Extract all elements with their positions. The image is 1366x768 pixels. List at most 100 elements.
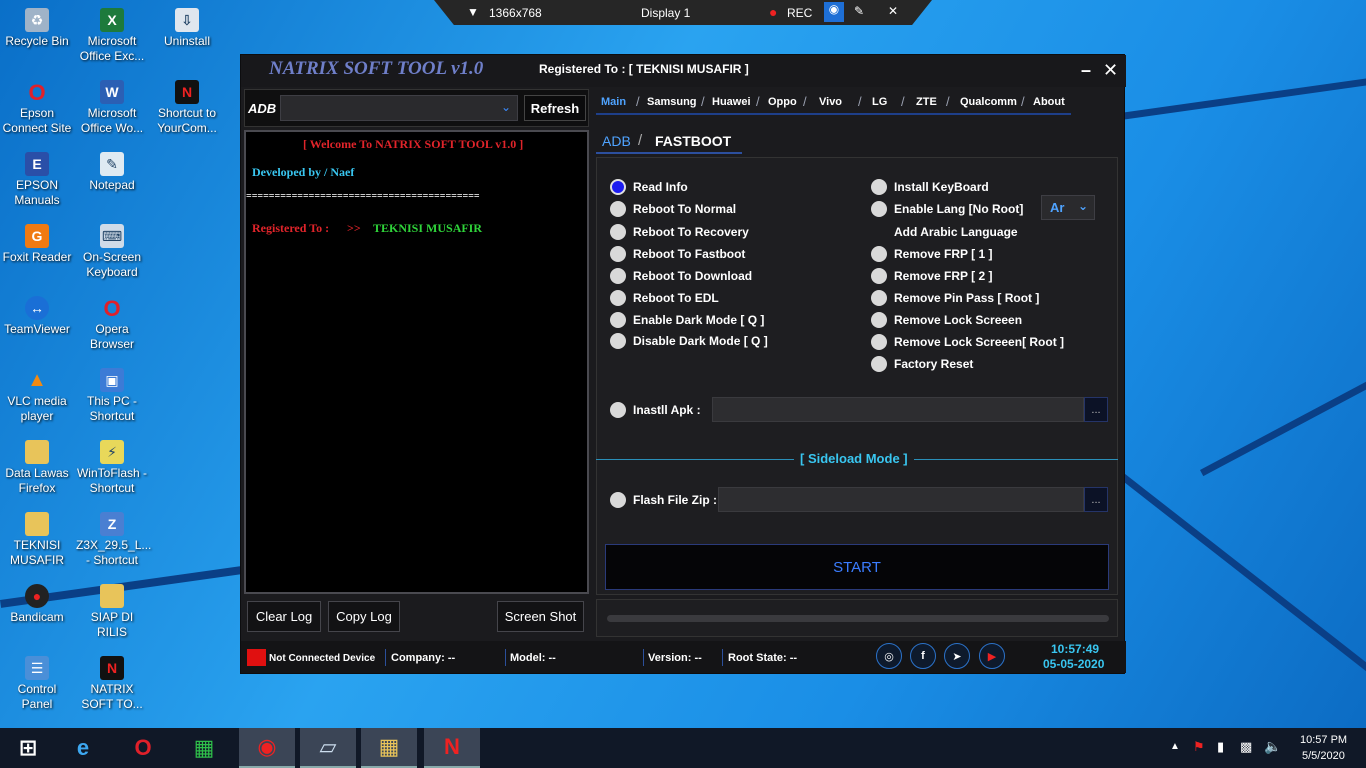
refresh-button[interactable]: Refresh: [524, 95, 586, 121]
tab-huawei[interactable]: Huawei: [712, 96, 751, 108]
desktop-icon[interactable]: O Epson Connect Site: [1, 80, 73, 136]
radio-reboot-normal[interactable]: [610, 201, 626, 217]
radio-flash-zip[interactable]: [610, 492, 626, 508]
subtab-adb[interactable]: ADB: [602, 133, 631, 149]
desktop-icon[interactable]: ▲ VLC media player: [1, 368, 73, 424]
desktop-icon[interactable]: SIAP DI RILIS: [76, 584, 148, 640]
tray-date[interactable]: 5/5/2020: [1302, 750, 1345, 762]
camera-icon[interactable]: ◉: [824, 2, 844, 22]
desktop-icon[interactable]: W Microsoft Office Wo...: [76, 80, 148, 136]
option-factory-reset[interactable]: Factory Reset: [894, 357, 973, 371]
option-reboot-recovery[interactable]: Reboot To Recovery: [633, 225, 749, 239]
tab-main[interactable]: Main: [601, 96, 626, 108]
desktop-icon[interactable]: ⇩ Uninstall: [151, 8, 223, 49]
radio-read-info[interactable]: [610, 179, 626, 195]
tab-vivo[interactable]: Vivo: [819, 96, 842, 108]
close-button[interactable]: ✕: [1103, 60, 1118, 81]
desktop-icon[interactable]: N NATRIX SOFT TO...: [76, 656, 148, 712]
taskbar-bandicam[interactable]: ◉: [239, 728, 295, 768]
desktop-icon[interactable]: N Shortcut to YourCom...: [151, 80, 223, 136]
tab-about[interactable]: About: [1033, 96, 1065, 108]
taskbar-opera[interactable]: O: [115, 728, 171, 768]
desktop-icon[interactable]: Data Lawas Firefox: [1, 440, 73, 496]
option-reboot-download[interactable]: Reboot To Download: [633, 269, 752, 283]
option-remove-frp-1[interactable]: Remove FRP [ 1 ]: [894, 247, 992, 261]
facebook-icon[interactable]: f: [910, 643, 936, 669]
option-read-info[interactable]: Read Info: [633, 180, 688, 194]
desktop-icon[interactable]: ● Bandicam: [1, 584, 73, 625]
network-icon[interactable]: ▮: [1217, 739, 1224, 755]
desktop-icon[interactable]: G Foxit Reader: [1, 224, 73, 265]
clear-log-button[interactable]: Clear Log: [247, 601, 321, 632]
tray-arrow-icon[interactable]: ▲: [1170, 741, 1180, 752]
minimize-button[interactable]: –: [1081, 60, 1091, 81]
radio-install-apk[interactable]: [610, 402, 626, 418]
subtab-fastboot[interactable]: FASTBOOT: [655, 133, 731, 149]
flag-icon[interactable]: ⚑: [1193, 739, 1205, 755]
apk-path-input[interactable]: [712, 397, 1084, 422]
desktop-icon[interactable]: ✎ Notepad: [76, 152, 148, 193]
taskbar-ie[interactable]: e: [55, 728, 111, 768]
option-enable-dark[interactable]: Enable Dark Mode [ Q ]: [633, 313, 764, 327]
desktop-icon[interactable]: ♻ Recycle Bin: [1, 8, 73, 49]
desktop-icon[interactable]: ⌨ On-Screen Keyboard: [76, 224, 148, 280]
language-select[interactable]: Ar ⌄: [1041, 195, 1095, 220]
tab-lg[interactable]: LG: [872, 96, 887, 108]
radio-remove-lock-root[interactable]: [871, 334, 887, 350]
zip-path-input[interactable]: [718, 487, 1084, 512]
close-icon[interactable]: ✕: [888, 4, 898, 18]
desktop-icon[interactable]: O Opera Browser: [76, 296, 148, 352]
desktop-icon[interactable]: ↔ TeamViewer: [1, 296, 73, 337]
option-enable-lang[interactable]: Enable Lang [No Root]: [894, 202, 1023, 216]
option-add-arabic[interactable]: Add Arabic Language: [894, 225, 1018, 239]
desktop-icon[interactable]: Z Z3X_29.5_L... - Shortcut: [76, 512, 151, 568]
tab-samsung[interactable]: Samsung: [647, 96, 697, 108]
tab-qualcomm[interactable]: Qualcomm: [960, 96, 1017, 108]
pen-icon[interactable]: ✎: [854, 4, 864, 18]
dribbble-icon[interactable]: ◎: [876, 643, 902, 669]
radio-disable-dark[interactable]: [610, 333, 626, 349]
copy-log-button[interactable]: Copy Log: [328, 601, 400, 632]
desktop-icon[interactable]: X Microsoft Office Exc...: [76, 8, 148, 64]
signal-icon[interactable]: ▩: [1240, 739, 1252, 755]
radio-reboot-edl[interactable]: [610, 290, 626, 306]
taskbar-folder[interactable]: ▦: [361, 728, 417, 768]
option-remove-lock-root[interactable]: Remove Lock Screeen[ Root ]: [894, 335, 1064, 349]
desktop-icon[interactable]: ▣ This PC - Shortcut: [76, 368, 148, 424]
radio-reboot-recovery[interactable]: [610, 224, 626, 240]
desktop-icon[interactable]: TEKNISI MUSAFIR: [1, 512, 73, 568]
option-install-keyboard[interactable]: Install KeyBoard: [894, 180, 989, 194]
start-button[interactable]: START: [605, 544, 1109, 590]
youtube-icon[interactable]: ▶: [979, 643, 1005, 669]
radio-reboot-fastboot[interactable]: [610, 246, 626, 262]
radio-remove-frp-1[interactable]: [871, 246, 887, 262]
radio-enable-lang[interactable]: [871, 201, 887, 217]
option-reboot-normal[interactable]: Reboot To Normal: [633, 202, 736, 216]
taskbar-natrix[interactable]: N: [424, 728, 480, 768]
tab-zte[interactable]: ZTE: [916, 96, 937, 108]
desktop-icon[interactable]: E EPSON Manuals: [1, 152, 73, 208]
tray-time[interactable]: 10:57 PM: [1300, 734, 1347, 746]
volume-icon[interactable]: 🔈: [1264, 738, 1281, 755]
dropdown-arrow-icon[interactable]: ▼: [467, 5, 479, 19]
radio-remove-frp-2[interactable]: [871, 268, 887, 284]
screen-shot-button[interactable]: Screen Shot: [497, 601, 584, 632]
radio-install-keyboard[interactable]: [871, 179, 887, 195]
option-disable-dark[interactable]: Disable Dark Mode [ Q ]: [633, 334, 768, 348]
option-remove-lock[interactable]: Remove Lock Screeen: [894, 313, 1022, 327]
radio-remove-pin[interactable]: [871, 290, 887, 306]
radio-remove-lock[interactable]: [871, 312, 887, 328]
radio-reboot-download[interactable]: [610, 268, 626, 284]
radio-enable-dark[interactable]: [610, 312, 626, 328]
port-select[interactable]: ⌄: [280, 95, 518, 121]
option-reboot-fastboot[interactable]: Reboot To Fastboot: [633, 247, 745, 261]
telegram-icon[interactable]: ➤: [944, 643, 970, 669]
start-button[interactable]: ⊞: [0, 728, 56, 768]
radio-factory-reset[interactable]: [871, 356, 887, 372]
taskbar-store[interactable]: ▦: [176, 728, 232, 768]
zip-browse-button[interactable]: ...: [1084, 487, 1108, 512]
tab-oppo[interactable]: Oppo: [768, 96, 797, 108]
option-remove-pin[interactable]: Remove Pin Pass [ Root ]: [894, 291, 1039, 305]
desktop-icon[interactable]: ☰ Control Panel: [1, 656, 73, 712]
option-remove-frp-2[interactable]: Remove FRP [ 2 ]: [894, 269, 992, 283]
